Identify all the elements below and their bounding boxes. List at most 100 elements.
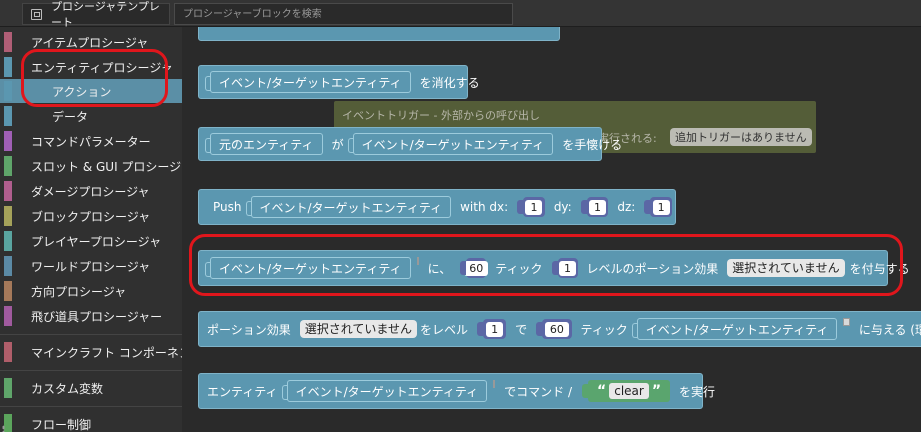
dx-value: 1 bbox=[525, 199, 543, 215]
block-search-input[interactable] bbox=[174, 3, 513, 25]
category-item-custom-variables[interactable]: カスタム変数 bbox=[0, 376, 182, 400]
category-color-bar bbox=[4, 181, 12, 201]
dz-value: 1 bbox=[652, 199, 670, 215]
block-category-sidebar: アイテムプロシージャ エンティティプロシージャ アクション データ コマンドパラ… bbox=[0, 27, 203, 432]
category-color-bar bbox=[4, 414, 12, 432]
ticks-number-input[interactable]: 60 bbox=[460, 258, 489, 278]
source-entity-input[interactable]: 元のエンティティ bbox=[205, 133, 323, 155]
level-number-input[interactable]: 1 bbox=[477, 319, 507, 339]
category-label: カスタム変数 bbox=[31, 381, 104, 396]
category-item-projectile[interactable]: 飛び道具プロシージャー bbox=[0, 304, 182, 328]
procedure-block-give-potion-effect[interactable]: ポーション効果 選択されていません をレベル 1 で 60 ティック イベント/… bbox=[198, 311, 921, 347]
category-item-player[interactable]: プレイヤープロシージャ bbox=[0, 229, 182, 253]
procedure-template-label: プロシージャテンプレート bbox=[51, 0, 160, 29]
block-text: を消化する bbox=[419, 75, 480, 90]
category-item-command-parameters[interactable]: コマンドパラメーター bbox=[0, 129, 182, 153]
entity-input[interactable]: イベント/ターゲットエンティティ bbox=[205, 71, 411, 93]
block-text: に与える (環境に bbox=[858, 322, 921, 337]
level-value: 1 bbox=[559, 260, 577, 276]
procedure-block-push[interactable]: Push イベント/ターゲットエンティティ with dx: 1 dy: 1 d… bbox=[198, 189, 676, 225]
command-text-value[interactable]: clear bbox=[609, 383, 649, 399]
category-color-bar bbox=[4, 231, 12, 251]
category-item-actions[interactable]: アクション bbox=[0, 79, 182, 103]
ticks-number-input[interactable]: 60 bbox=[536, 319, 572, 339]
category-item-flow-control[interactable]: フロー制御 bbox=[0, 412, 182, 432]
open-quote-icon: “ bbox=[597, 383, 607, 399]
dy-value: 1 bbox=[589, 199, 607, 215]
trigger-title: イベントトリガー - 外部からの呼び出し bbox=[342, 109, 540, 122]
category-label: スロット & GUI プロシージャ bbox=[31, 159, 193, 174]
procedure-block-extinguish[interactable]: イベント/ターゲットエンティティ を消化する bbox=[198, 65, 480, 99]
resize-handle[interactable] bbox=[2, 425, 5, 432]
category-label: コマンドパラメーター bbox=[31, 134, 151, 149]
block-text: ポーション効果 bbox=[207, 322, 291, 337]
block-text: に、 bbox=[427, 261, 452, 276]
entity-input[interactable]: イベント/ターゲットエンティティ bbox=[281, 380, 488, 402]
category-label: 方向プロシージャ bbox=[31, 284, 127, 299]
category-item-entity-procedures[interactable]: エンティティプロシージャ bbox=[0, 55, 182, 79]
sidebar-divider bbox=[0, 406, 182, 407]
category-label: ワールドプロシージャ bbox=[31, 259, 151, 274]
trigger-none-value[interactable]: 追加トリガーはありません bbox=[670, 128, 812, 146]
template-icon bbox=[31, 8, 43, 20]
block-text: ティック bbox=[495, 261, 543, 276]
potion-effect-dropdown[interactable]: 選択されていません bbox=[727, 259, 845, 277]
dx-number-input[interactable]: 1 bbox=[517, 197, 545, 217]
sidebar-divider bbox=[0, 370, 182, 371]
dz-number-input[interactable]: 1 bbox=[644, 197, 672, 217]
category-item-world[interactable]: ワールドプロシージャ bbox=[0, 254, 182, 278]
category-color-bar bbox=[4, 306, 12, 326]
category-color-bar bbox=[4, 281, 12, 301]
entity-input[interactable]: イベント/ターゲットエンティティ bbox=[347, 133, 554, 155]
category-item-procedures[interactable]: アイテムプロシージャ bbox=[0, 30, 182, 54]
block-text: エンティティ bbox=[207, 384, 278, 399]
category-label: エンティティプロシージャ bbox=[31, 60, 173, 75]
potion-effect-dropdown[interactable]: 選択されていません bbox=[299, 320, 418, 338]
procedure-block-run-command[interactable]: エンティティ イベント/ターゲットエンティティ でコマンド / “ clear … bbox=[198, 373, 715, 409]
category-item-minecraft-components[interactable]: マインクラフト コンポーネント bbox=[0, 340, 203, 364]
category-label: ダメージプロシージャ bbox=[31, 184, 150, 199]
entity-input[interactable]: イベント/ターゲットエンティティ bbox=[245, 196, 452, 218]
entity-input[interactable]: イベント/ターゲットエンティティ bbox=[205, 257, 411, 279]
procedure-template-tab[interactable]: プロシージャテンプレート bbox=[22, 0, 170, 29]
close-quote-icon: ” bbox=[651, 383, 662, 399]
block-text: で bbox=[515, 322, 528, 337]
block-text: Push bbox=[213, 200, 242, 214]
block-text: with dx: bbox=[460, 200, 509, 214]
category-label: マインクラフト コンポーネント bbox=[31, 345, 203, 360]
procedure-block-add-potion-effect[interactable]: イベント/ターゲットエンティティ に、 60 ティック 1 レベルのポーション効… bbox=[198, 250, 910, 286]
category-color-bar bbox=[4, 206, 12, 226]
note-icon bbox=[843, 318, 850, 326]
block-text: を手懐ける bbox=[562, 137, 623, 152]
category-item-data[interactable]: データ bbox=[0, 104, 182, 128]
category-item-block[interactable]: ブロックプロシージャ bbox=[0, 204, 182, 228]
blocks-workspace[interactable]: イベント/ターゲットエンティティ を消化する イベントトリガー - 外部からの呼… bbox=[182, 27, 921, 432]
category-label: フロー制御 bbox=[31, 417, 92, 432]
block-text: でコマンド / bbox=[504, 384, 573, 399]
level-number-input[interactable]: 1 bbox=[551, 258, 578, 278]
procedure-block-partial[interactable] bbox=[198, 27, 560, 41]
category-label: ブロックプロシージャ bbox=[31, 209, 151, 224]
dy-number-input[interactable]: 1 bbox=[580, 197, 609, 217]
category-item-damage[interactable]: ダメージプロシージャ bbox=[0, 179, 182, 203]
category-label: アクション bbox=[52, 84, 112, 99]
level-value: 1 bbox=[486, 321, 504, 337]
note-icon bbox=[493, 380, 496, 388]
block-text: dz: bbox=[617, 200, 636, 214]
block-text: を付与する bbox=[849, 261, 910, 276]
category-color-bar bbox=[4, 32, 12, 52]
category-color-bar bbox=[4, 378, 12, 398]
block-text: ティック bbox=[580, 322, 628, 337]
note-icon bbox=[416, 257, 419, 265]
toolbar: プロシージャテンプレート bbox=[0, 0, 921, 29]
command-text-input[interactable]: “ clear ” bbox=[582, 380, 671, 402]
category-label: アイテムプロシージャ bbox=[31, 35, 149, 50]
category-item-slot-gui[interactable]: スロット & GUI プロシージャ bbox=[0, 154, 193, 178]
entity-input[interactable]: イベント/ターゲットエンティティ bbox=[631, 318, 838, 340]
category-color-bar bbox=[4, 81, 12, 101]
category-item-direction[interactable]: 方向プロシージャ bbox=[0, 279, 182, 303]
block-text: を実行 bbox=[679, 384, 716, 399]
block-text: をレベル bbox=[420, 322, 469, 337]
category-label: 飛び道具プロシージャー bbox=[31, 309, 163, 324]
procedure-block-tame[interactable]: 元のエンティティ が イベント/ターゲットエンティティ を手懐ける bbox=[198, 127, 622, 161]
